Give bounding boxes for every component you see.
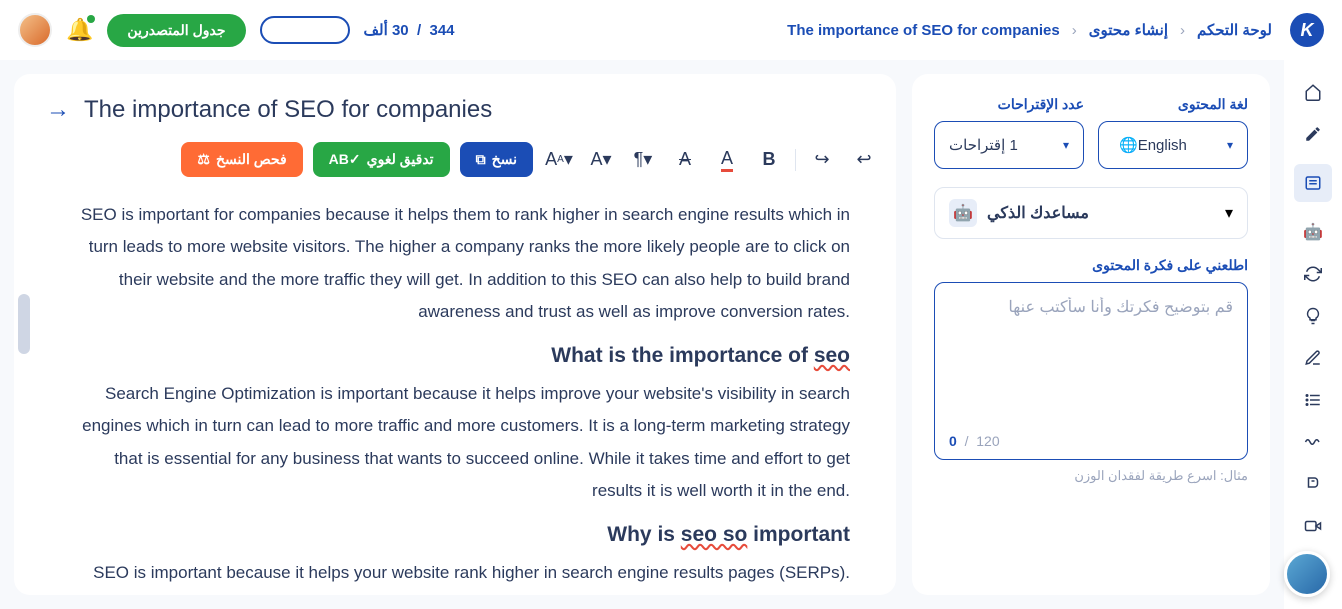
robot-badge-icon: 🤖 (949, 199, 977, 227)
pencil-icon[interactable] (1301, 122, 1325, 146)
paragraph-icon[interactable]: ¶▾ (627, 144, 659, 176)
check-ab-icon: AB✓ (329, 151, 361, 168)
chevron-down-icon: ▾ (1227, 138, 1233, 152)
undo-icon[interactable]: ↩ (848, 144, 880, 176)
example-hint: مثال: اسرع طريقة لفقدان الوزن (934, 468, 1248, 484)
avatar[interactable] (18, 13, 52, 47)
assistant-select[interactable]: ▾ مساعدك الذكي 🤖 (934, 187, 1248, 239)
bold-icon[interactable]: B (753, 144, 785, 176)
newspaper-icon[interactable] (1294, 164, 1332, 202)
usage-used: 344 (430, 22, 455, 39)
video-icon[interactable] (1301, 514, 1325, 538)
char-current: 0 (949, 433, 957, 449)
assistant-label: مساعدك الذكي (987, 203, 1089, 223)
wave-icon[interactable] (1301, 430, 1325, 454)
paragraph: Search Engine Optimization is important … (66, 378, 850, 507)
support-avatar[interactable] (1284, 551, 1330, 597)
crumb-current: The importance of SEO for companies (787, 22, 1060, 39)
paragraph: SEO is important for companies because i… (66, 199, 850, 328)
text-color-icon[interactable]: A (711, 144, 743, 176)
header-right: K لوحة التحكم ‹ إنشاء محتوى ‹ The import… (787, 13, 1324, 47)
editor-panel: The importance of SEO for companies → ⚖ف… (14, 74, 896, 595)
editor-toolbar: ⚖فحص النسخ AB✓تدقيق لغوي ⧉نسخ AA▾ A▾ ¶▾ … (46, 142, 880, 177)
copy-button[interactable]: ⧉نسخ (460, 142, 533, 177)
editor-content[interactable]: SEO is important for companies because i… (46, 199, 880, 589)
font-size-icon[interactable]: AA▾ (543, 144, 575, 176)
proofread-button[interactable]: AB✓تدقيق لغوي (313, 142, 450, 177)
heading: Why is seo so important (66, 523, 850, 547)
clear-format-icon[interactable]: A (669, 144, 701, 176)
usage-counter: 344 / 30 ألف (364, 21, 455, 39)
settings-panel: لغة المحتوى ▾ English🌐 عدد الإقتراحات ▾ … (912, 74, 1270, 595)
bulb-icon[interactable] (1301, 304, 1325, 328)
char-counter: 0 / 120 (949, 433, 1000, 449)
chevron-down-icon: ▾ (1225, 203, 1233, 223)
gavel-icon: ⚖ (197, 151, 210, 168)
idea-box: 0 / 120 (934, 282, 1248, 460)
redo-icon[interactable]: ↪ (806, 144, 838, 176)
refresh-icon[interactable] (1301, 262, 1325, 286)
char-max: 120 (976, 433, 999, 449)
language-select[interactable]: ▾ English🌐 (1098, 121, 1248, 169)
language-label: لغة المحتوى (1098, 96, 1248, 113)
chevron-left-icon: ‹ (1180, 22, 1185, 39)
suggestions-value: 1 إقتراحات (949, 136, 1018, 154)
arrow-right-icon[interactable]: → (46, 96, 70, 124)
breadcrumb: لوحة التحكم ‹ إنشاء محتوى ‹ The importan… (787, 21, 1272, 39)
robot-icon[interactable]: 🤖 (1301, 220, 1325, 244)
list-icon[interactable] (1301, 388, 1325, 412)
suggestions-select[interactable]: ▾ 1 إقتراحات (934, 121, 1084, 169)
crumb-create[interactable]: إنشاء محتوى (1089, 21, 1168, 39)
bell-icon[interactable]: 🔔 (66, 17, 93, 43)
idea-textarea[interactable] (949, 297, 1233, 417)
separator (795, 149, 796, 171)
crumb-dashboard[interactable]: لوحة التحكم (1197, 21, 1272, 39)
usage-limit: 30 ألف (364, 22, 409, 39)
font-family-icon[interactable]: A▾ (585, 144, 617, 176)
language-value: English (1138, 137, 1187, 154)
chevron-down-icon: ▾ (1063, 138, 1069, 152)
idea-label: اطلعني على فكرة المحتوى (934, 257, 1248, 274)
scrollbar[interactable] (18, 294, 30, 354)
edit-icon[interactable] (1301, 346, 1325, 370)
copy-icon: ⧉ (476, 151, 486, 168)
nav-rail: 🤖 (1284, 60, 1342, 609)
document-title: The importance of SEO for companies (84, 96, 492, 124)
header-left: 344 / 30 ألف جدول المتصدرين 🔔 (18, 13, 455, 47)
leaderboard-button[interactable]: جدول المتصدرين (107, 14, 245, 47)
home-icon[interactable] (1301, 80, 1325, 104)
paragraph: SEO is important because it helps your w… (66, 557, 850, 589)
suggestions-label: عدد الإقتراحات (934, 96, 1084, 113)
blog-icon[interactable] (1301, 472, 1325, 496)
globe-icon: 🌐 (1119, 137, 1138, 154)
usage-sep: / (417, 22, 421, 39)
top-bar: K لوحة التحكم ‹ إنشاء محتوى ‹ The import… (0, 0, 1342, 60)
brand-logo[interactable]: K (1290, 13, 1324, 47)
search-pill[interactable] (260, 16, 350, 44)
heading: What is the importance of seo (66, 344, 850, 368)
chevron-left-icon: ‹ (1072, 22, 1077, 39)
plagiarism-button[interactable]: ⚖فحص النسخ (181, 142, 302, 177)
